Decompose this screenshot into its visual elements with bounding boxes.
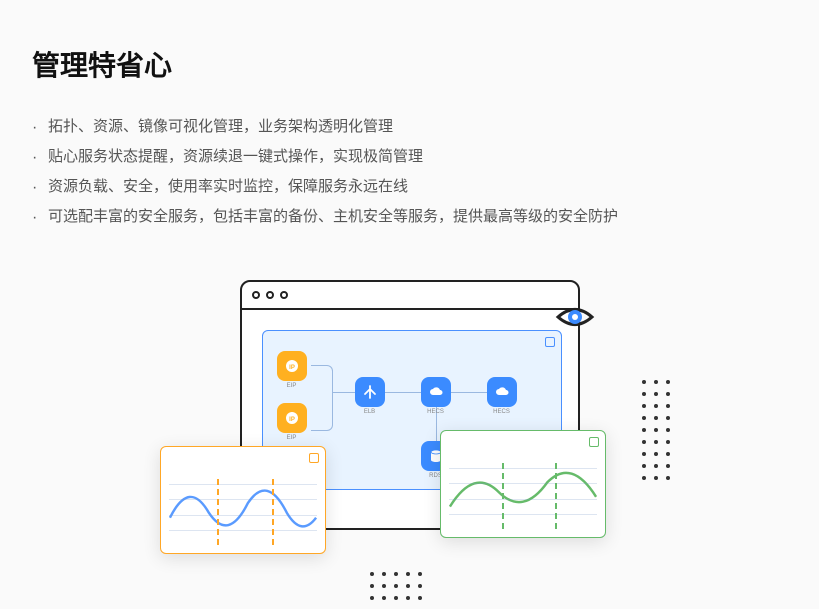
window-titlebar [242, 282, 578, 310]
window-control-icon [252, 291, 260, 299]
bullet-list: 拓扑、资源、镜像可视化管理，业务架构透明化管理 贴心服务状态提醒，资源续退一键式… [32, 112, 787, 232]
node-hecs: HECS [421, 377, 451, 415]
node-label: EIP [287, 435, 297, 441]
window-control-icon [266, 291, 274, 299]
monitor-panel-orange [160, 446, 326, 554]
cloud-icon [421, 377, 451, 407]
feature-illustration: IP EIP IP EIP ELB HECS [180, 280, 640, 590]
section-heading: 管理特省心 [32, 44, 787, 84]
svg-text:IP: IP [289, 417, 295, 423]
node-eip: IP EIP [277, 351, 307, 389]
bullet-item: 资源负载、安全，使用率实时监控，保障服务永远在线 [32, 172, 787, 202]
node-label: ELB [364, 409, 375, 415]
node-label: HECS [427, 409, 444, 415]
dots-decoration [642, 380, 670, 480]
node-eip: IP EIP [277, 403, 307, 441]
bullet-item: 拓扑、资源、镜像可视化管理，业务架构透明化管理 [32, 112, 787, 142]
node-label: HECS [493, 409, 510, 415]
window-control-icon [280, 291, 288, 299]
dots-decoration [370, 572, 422, 600]
node-label: EIP [287, 383, 297, 389]
bullet-item: 可选配丰富的安全服务，包括丰富的备份、主机安全等服务，提供最高等级的安全防护 [32, 202, 787, 232]
ip-icon: IP [277, 403, 307, 433]
cloud-icon [487, 377, 517, 407]
monitor-panel-green [440, 430, 606, 538]
balance-icon [355, 377, 385, 407]
node-elb: ELB [355, 377, 385, 415]
ip-icon: IP [277, 351, 307, 381]
node-hecs: HECS [487, 377, 517, 415]
svg-text:IP: IP [289, 365, 295, 371]
bullet-item: 贴心服务状态提醒，资源续退一键式操作，实现极简管理 [32, 142, 787, 172]
